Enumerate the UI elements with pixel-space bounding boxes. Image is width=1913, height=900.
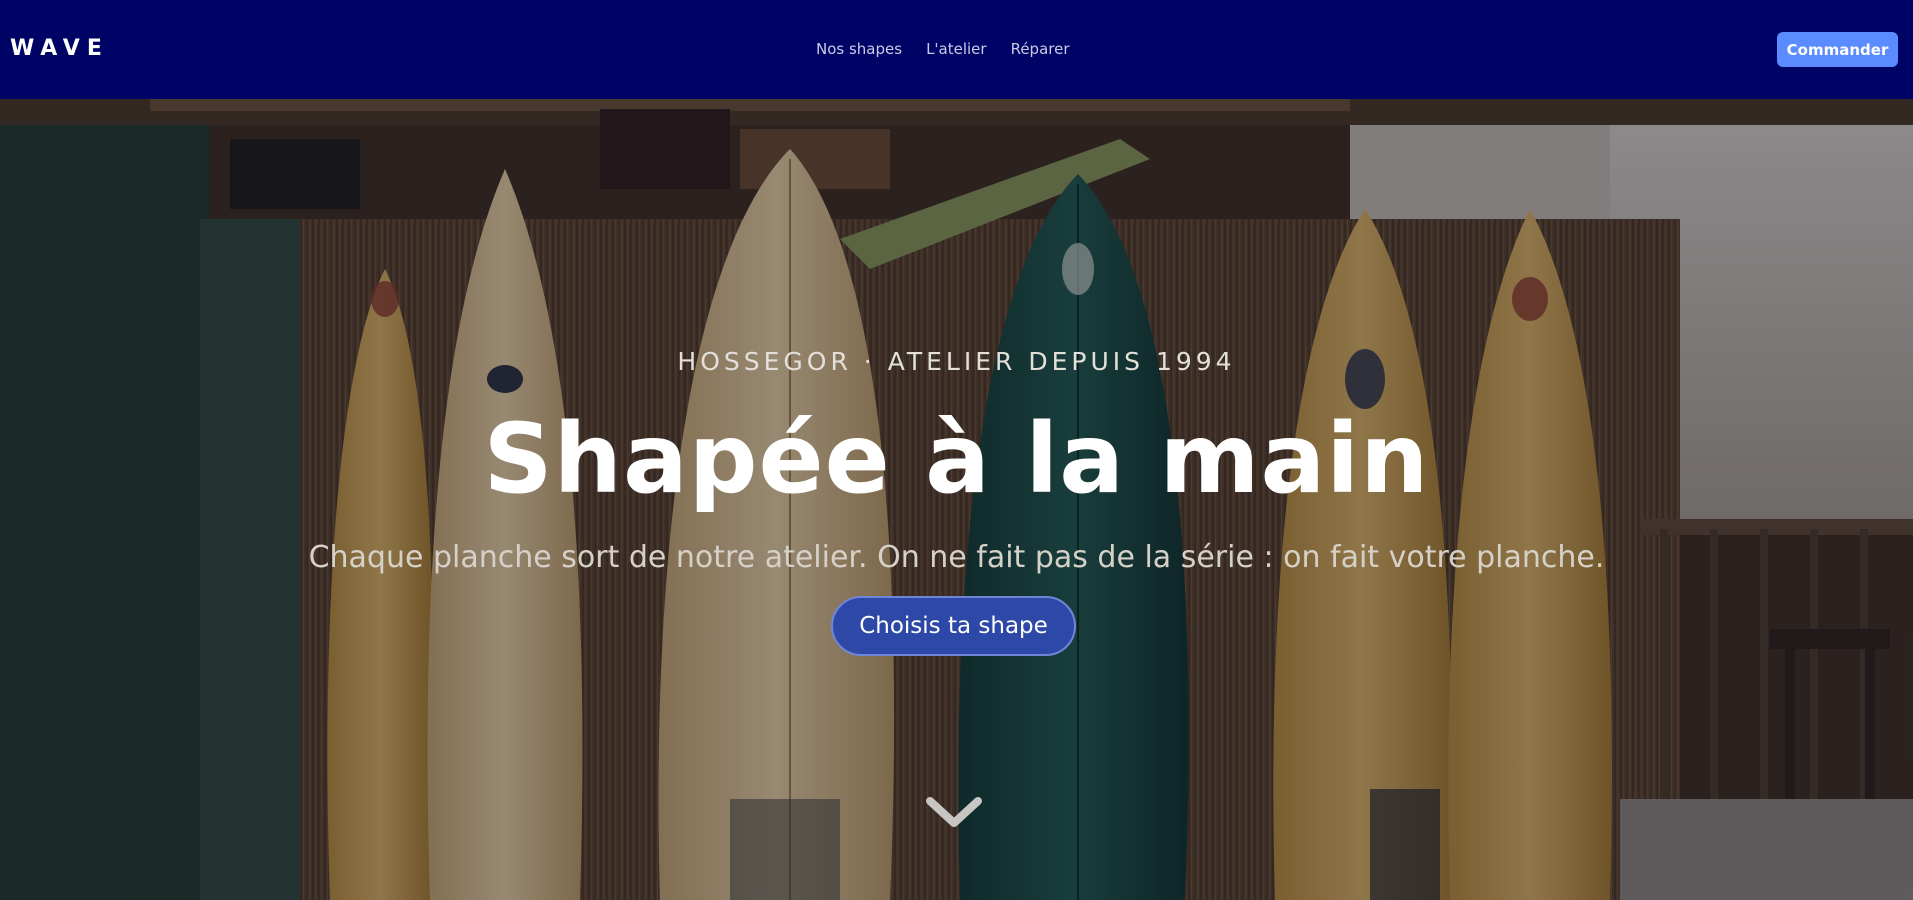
hero-eyebrow: HOSSEGOR · ATELIER DEPUIS 1994 [677,347,1236,376]
hero-section: HOSSEGOR · ATELIER DEPUIS 1994 Shapée à … [0,99,1913,900]
chevron-down-icon[interactable] [924,795,984,831]
choose-shape-button[interactable]: Choisis ta shape [831,596,1076,656]
nav-link-shapes[interactable]: Nos shapes [816,39,902,59]
hero-headline: Shapée à la main [483,403,1430,515]
hero-subtitle: Chaque planche sort de notre atelier. On… [308,540,1605,575]
order-button[interactable]: Commander [1777,32,1898,67]
nav-link-atelier[interactable]: L'atelier [926,39,987,59]
nav-link-reparer[interactable]: Réparer [1011,39,1070,59]
top-navbar: WAVE Nos shapes L'atelier Réparer Comman… [0,0,1913,99]
brand-logo[interactable]: WAVE [10,35,109,63]
main-nav: Nos shapes L'atelier Réparer [816,39,1094,59]
